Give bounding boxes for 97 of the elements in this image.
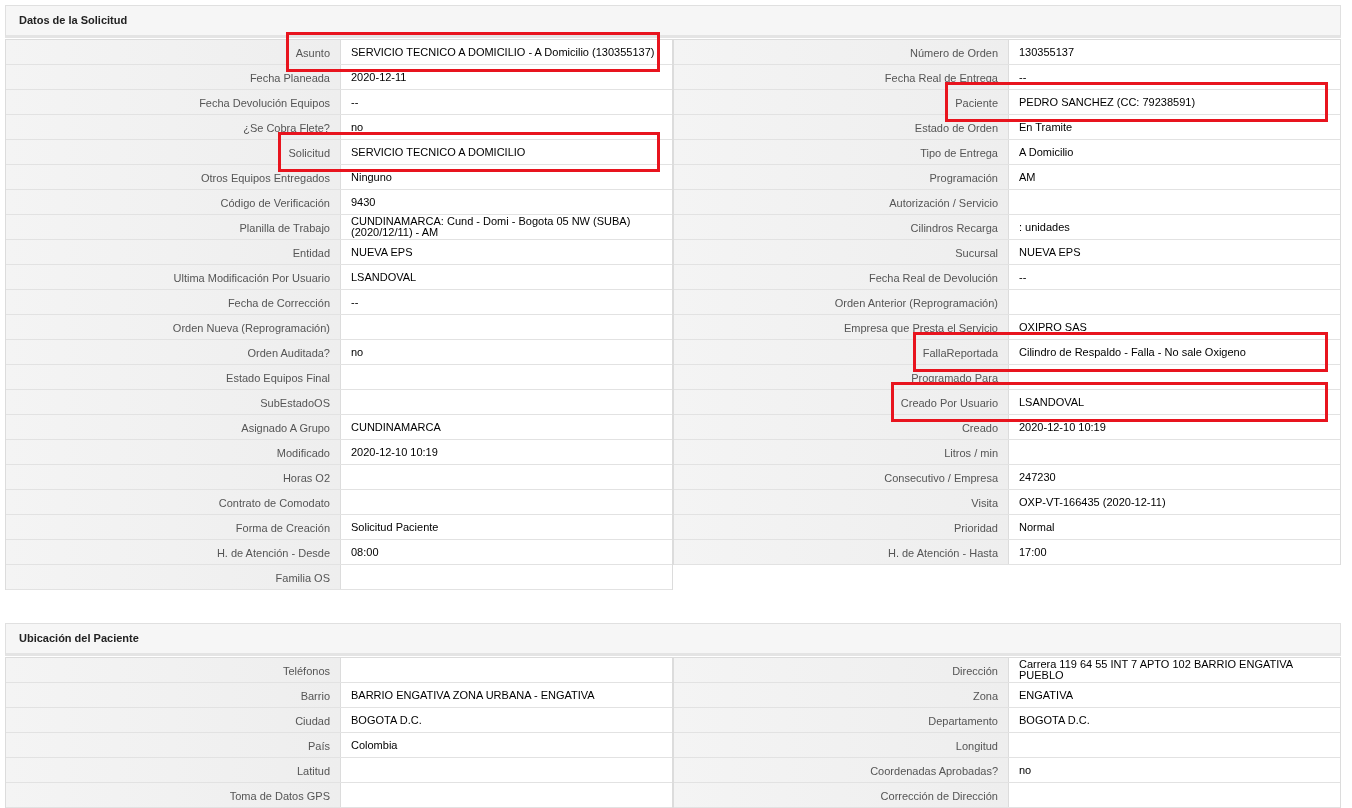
field-value: 2020-12-11: [351, 71, 407, 83]
field-label: Forma de Creación: [235, 522, 330, 534]
field-value: no: [351, 121, 364, 133]
field-label: Otros Equipos Entregados: [200, 172, 330, 184]
field-value: SERVICIO TECNICO A DOMICILIO - A Domicilio (130355137): [351, 46, 655, 58]
field-label: Creado Por Usuario: [900, 397, 998, 409]
field-value: 08:00: [351, 546, 379, 558]
field-label: Prioridad: [953, 522, 998, 534]
field-label: Cilindros Recarga: [910, 222, 998, 234]
field-label: Toma de Datos GPS: [229, 790, 330, 802]
field-value: A Domicilio: [1019, 146, 1074, 158]
field-label: Autorización / Servicio: [889, 197, 998, 209]
field-value: Colombia: [351, 739, 398, 751]
field-label: Tipo de Entrega: [920, 147, 998, 159]
field-label: Estado de Orden: [914, 122, 998, 134]
field-value: 247230: [1019, 471, 1056, 483]
field-label: Estado Equipos Final: [226, 372, 330, 384]
field-value: AM: [1019, 171, 1036, 183]
field-label: Contrato de Comodato: [218, 497, 330, 509]
field-label: Fecha Planeada: [249, 72, 330, 84]
field-label: Fecha de Corrección: [227, 297, 330, 309]
field-label: Corrección de Dirección: [880, 790, 998, 802]
field-label: Empresa que Presta el Servicio: [843, 322, 998, 334]
field-label: H. de Atención - Hasta: [887, 547, 998, 559]
field-value: NUEVA EPS: [1019, 246, 1081, 258]
field-label: Planilla de Trabajo: [239, 222, 330, 234]
field-value: --: [1019, 271, 1027, 283]
field-label: Ciudad: [295, 715, 330, 727]
field-value: En Tramite: [1019, 121, 1073, 133]
field-label: Latitud: [296, 765, 330, 777]
field-value: Carrera 119 64 55 INT 7 APTO 102 BARRIO ENGATIVA PUEBLO: [1019, 659, 1294, 681]
field-label: Visita: [971, 497, 998, 509]
field-label: Zona: [972, 690, 998, 702]
field-label: Entidad: [292, 247, 330, 259]
field-value: --: [1019, 71, 1027, 83]
field-label: Asunto: [295, 47, 330, 59]
field-value: NUEVA EPS: [351, 246, 413, 258]
field-label: Orden Nueva (Reprogramación): [172, 322, 330, 334]
field-label: Longitud: [955, 740, 998, 752]
field-label: Solicitud: [288, 147, 330, 159]
field-value: CUNDINAMARCA: [351, 421, 441, 433]
field-label: Fecha Real de Devolución: [868, 272, 998, 284]
field-value: 17:00: [1019, 546, 1047, 558]
field-value: Ninguno: [351, 171, 392, 183]
field-label: Litros / min: [944, 447, 998, 459]
field-value: : unidades: [1019, 221, 1070, 233]
field-label: Ultima Modificación Por Usuario: [173, 272, 330, 284]
field-value: OXIPRO SAS: [1019, 321, 1087, 333]
field-label: País: [308, 740, 330, 752]
field-value: OXP-VT-166435 (2020-12-11): [1019, 496, 1166, 508]
field-value: BOGOTA D.C.: [351, 714, 422, 726]
field-value: Cilindro de Respaldo - Falla - No sale Oxigeno: [1019, 346, 1246, 358]
field-label: SubEstadoOS: [260, 397, 330, 409]
field-label: Fecha Devolución Equipos: [199, 97, 330, 109]
field-value: BARRIO ENGATIVA ZONA URBANA - ENGATIVA: [351, 689, 595, 701]
field-value: no: [1019, 764, 1032, 776]
field-value: LSANDOVAL: [351, 271, 417, 283]
field-label: Teléfonos: [282, 665, 330, 677]
field-value: 2020-12-10 10:19: [1019, 421, 1106, 433]
field-value: SERVICIO TECNICO A DOMICILIO: [351, 146, 526, 158]
field-label: Modificado: [276, 447, 330, 459]
field-label: Familia OS: [275, 572, 330, 584]
field-label: ¿Se Cobra Flete?: [243, 122, 330, 134]
field-label: Horas O2: [282, 472, 330, 484]
field-label: H. de Atención - Desde: [216, 547, 330, 559]
field-value: --: [351, 296, 359, 308]
field-value: 130355137: [1019, 46, 1075, 58]
field-label: Dirección: [952, 665, 998, 677]
field-value: LSANDOVAL: [1019, 396, 1085, 408]
field-label: Fecha Real de Entrega: [884, 72, 998, 84]
field-label: Programación: [929, 172, 998, 184]
field-value: Normal: [1019, 521, 1055, 533]
field-label: Orden Anterior (Reprogramación): [834, 297, 998, 309]
field-label: Orden Auditada?: [247, 347, 330, 359]
field-label: Sucursal: [955, 247, 998, 259]
field-label: Asignado A Grupo: [241, 422, 330, 434]
field-value: 2020-12-10 10:19: [351, 446, 438, 458]
field-label: Consecutivo / Empresa: [884, 472, 998, 484]
field-label: Coordenadas Aprobadas?: [870, 765, 998, 777]
field-label: Programado Para: [911, 372, 998, 384]
field-value: --: [351, 96, 359, 108]
field-value: no: [351, 346, 364, 358]
field-label: FallaReportada: [922, 347, 998, 359]
field-value: ENGATIVA: [1019, 689, 1073, 701]
field-label: Creado: [961, 422, 998, 434]
field-value: 9430: [351, 196, 376, 208]
field-value: CUNDINAMARCA: Cund - Domi - Bogota 05 NW (SUBA) (2020/12/11) - AM: [351, 216, 632, 238]
field-value: Solicitud Paciente: [351, 521, 439, 533]
field-value: PEDRO SANCHEZ (CC: 79238591): [1019, 96, 1196, 108]
field-label: Departamento: [928, 715, 998, 727]
section-header: Datos de la Solicitud: [5, 5, 1341, 38]
field-label: Código de Verificación: [220, 197, 330, 209]
section-header: Ubicación del Paciente: [5, 623, 1341, 656]
field-label: Barrio: [300, 690, 330, 702]
field-value: BOGOTA D.C.: [1019, 714, 1090, 726]
field-label: Paciente: [955, 97, 998, 109]
field-label: Número de Orden: [909, 47, 998, 59]
